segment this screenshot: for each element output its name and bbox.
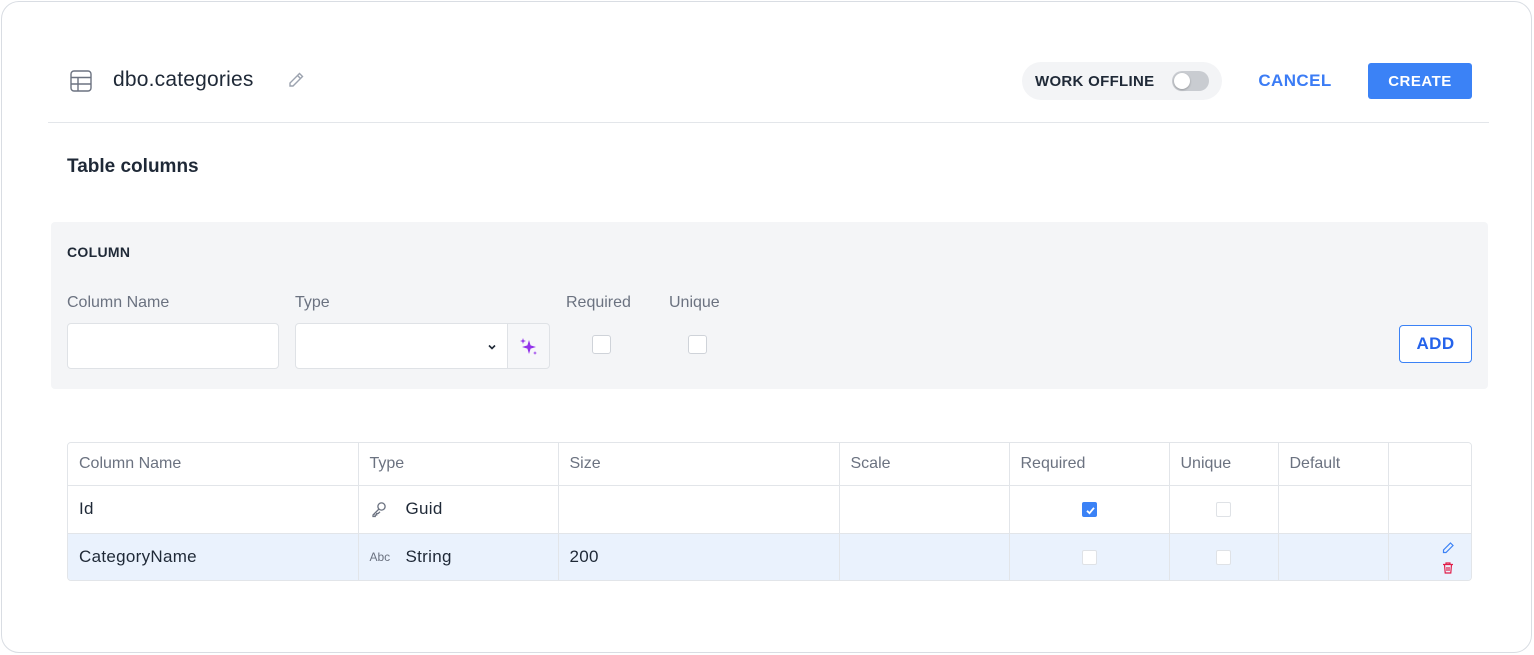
- key-icon: [370, 500, 396, 518]
- type-select[interactable]: [295, 323, 508, 369]
- cell-unique: [1169, 533, 1279, 580]
- cell-actions: [1388, 485, 1471, 534]
- required-checkbox[interactable]: [1081, 550, 1097, 566]
- cell-default: [1278, 533, 1389, 580]
- header-required[interactable]: Required: [1009, 443, 1170, 486]
- pencil-icon[interactable]: [286, 70, 306, 90]
- cell-column-name: Id: [68, 485, 359, 534]
- column-name-input[interactable]: [67, 323, 279, 369]
- unique-label: Unique: [669, 294, 720, 311]
- work-offline-toggle[interactable]: [1172, 71, 1209, 91]
- columns-grid: Column Name Type Size Scale Required Uni…: [67, 442, 1472, 581]
- header-default[interactable]: Default: [1278, 443, 1389, 486]
- table-name-title: dbo.categories: [113, 68, 254, 91]
- text-abc-icon: Abc: [369, 550, 391, 565]
- cell-unique: [1169, 485, 1279, 534]
- cell-type: Guid: [358, 485, 559, 534]
- table-row[interactable]: Id Guid: [68, 485, 1471, 534]
- edit-pencil-icon[interactable]: [1441, 541, 1455, 555]
- unique-checkbox[interactable]: [1216, 550, 1231, 566]
- cell-type-label: Guid: [405, 499, 443, 518]
- table-designer-card: dbo.categories WORK OFFLINE CANCEL CREAT…: [1, 1, 1532, 653]
- required-checkbox-checked[interactable]: [1081, 502, 1097, 518]
- cell-size: [558, 485, 840, 534]
- header-size[interactable]: Size: [558, 443, 840, 486]
- cell-actions: [1388, 533, 1471, 580]
- type-label: Type: [295, 294, 330, 311]
- unique-checkbox[interactable]: [688, 335, 707, 354]
- column-name-label: Column Name: [67, 294, 170, 311]
- ai-suggest-button[interactable]: [507, 323, 550, 369]
- work-offline-label: WORK OFFLINE: [1035, 73, 1155, 90]
- sparkle-icon: [520, 338, 537, 355]
- required-checkbox[interactable]: [592, 335, 611, 354]
- unique-checkbox[interactable]: [1216, 502, 1231, 518]
- cell-scale: [839, 485, 1010, 534]
- header-actions: [1388, 443, 1471, 486]
- column-form-heading: COLUMN: [67, 244, 131, 260]
- cell-required: [1009, 485, 1170, 534]
- chevron-down-icon: [488, 344, 496, 350]
- cell-type-label: String: [405, 547, 452, 567]
- table-icon: [70, 70, 92, 92]
- required-label: Required: [566, 294, 631, 311]
- column-form-panel: COLUMN Column Name Type Required Unique …: [51, 222, 1488, 389]
- add-column-button[interactable]: ADD: [1399, 325, 1472, 363]
- cell-size: 200: [558, 533, 840, 580]
- toggle-knob: [1174, 73, 1190, 89]
- header-scale[interactable]: Scale: [839, 443, 1010, 486]
- header-unique[interactable]: Unique: [1169, 443, 1279, 486]
- cell-type: Abc String: [358, 533, 559, 580]
- work-offline-control: WORK OFFLINE: [1022, 62, 1222, 100]
- cell-default: [1278, 485, 1389, 534]
- cell-scale: [839, 533, 1010, 580]
- header-column-name[interactable]: Column Name: [68, 443, 359, 486]
- create-button[interactable]: CREATE: [1368, 63, 1472, 99]
- cell-column-name: CategoryName: [68, 533, 359, 580]
- trash-icon[interactable]: [1441, 561, 1455, 575]
- section-title: Table columns: [67, 156, 199, 177]
- designer-header: dbo.categories WORK OFFLINE CANCEL CREAT…: [48, 38, 1489, 123]
- table-row[interactable]: CategoryName Abc String 200: [68, 533, 1471, 580]
- grid-header-row: Column Name Type Size Scale Required Uni…: [68, 443, 1471, 486]
- header-type[interactable]: Type: [358, 443, 559, 486]
- cancel-button[interactable]: CANCEL: [1244, 62, 1346, 100]
- cell-required: [1009, 533, 1170, 580]
